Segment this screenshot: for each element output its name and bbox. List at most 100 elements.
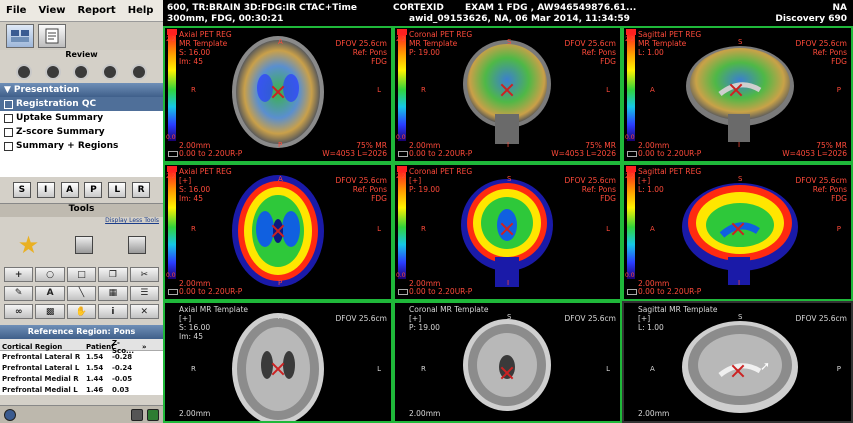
save-icon[interactable]	[147, 408, 159, 421]
viewport-coronal-fused[interactable]: 2.2 0.0 Coronal PET REG MR Template P: 19.…	[393, 26, 622, 163]
presentation-item[interactable]: Summary + Regions	[0, 139, 163, 153]
orient-button-p[interactable]: P	[84, 182, 103, 198]
crosshair-marker[interactable]	[500, 366, 514, 380]
zoom-icon[interactable]	[44, 64, 61, 80]
viewport-info-right: DFOV 25.6cm Ref: Pons FDG	[335, 176, 387, 203]
orient-button-a[interactable]: A	[60, 182, 79, 198]
orient-right: L	[606, 365, 610, 373]
grayscale-icon[interactable]: ▦	[98, 285, 128, 301]
presentation-item[interactable]: Z-score Summary	[0, 125, 163, 139]
orient-right: L	[606, 225, 610, 233]
grid-pattern-icon[interactable]: ▩	[35, 304, 65, 320]
menu-file[interactable]: File	[6, 5, 26, 16]
colorbar-max: 2.2	[396, 36, 406, 43]
orient-button-i[interactable]: I	[36, 182, 55, 198]
viewport-sagittal-pet[interactable]: 2.2 0.0 Sagittal PET REG [+] L: 1.00 DFOV …	[622, 163, 853, 301]
menu-help[interactable]: Help	[128, 5, 154, 16]
viewport-thumbnail-icon[interactable]	[168, 151, 178, 157]
hand-icon[interactable]: ✋	[66, 304, 97, 320]
window-level-icon[interactable]	[73, 64, 90, 80]
reference-region-header: Reference Region: Pons	[0, 325, 163, 339]
orientation-buttons: S I A P L R	[0, 177, 163, 203]
copy-icon[interactable]: ❐	[98, 267, 128, 282]
brain-icon[interactable]	[102, 64, 119, 80]
presentation-item[interactable]: Uptake Summary	[0, 111, 163, 125]
presentation-item[interactable]: Registration QC	[0, 97, 163, 111]
table-row[interactable]: Prefrontal Medial L 1.46 0.03	[0, 384, 163, 395]
star-icon[interactable]: ★	[18, 233, 40, 257]
column-header[interactable]: Cortical Region	[0, 343, 84, 351]
roi-circle-icon[interactable]: ○	[35, 267, 65, 282]
viewport-info-bottom-left: 2.00mm 0.00 to 2.20UR-P	[409, 279, 473, 296]
table-header: Cortical Region Patient Z-Sco... »	[0, 339, 163, 355]
column-header[interactable]: Patient	[84, 343, 115, 351]
reference-region-table: Cortical Region Patient Z-Sco... » Prefr…	[0, 339, 163, 395]
3d-icon[interactable]	[127, 236, 146, 254]
viewport-info-right: DFOV 25.6cm Ref: Pons FDG	[795, 176, 847, 203]
reset-icon[interactable]: ✕	[129, 304, 159, 320]
crosshair-marker[interactable]	[271, 362, 285, 376]
crosshair-marker[interactable]	[731, 364, 745, 378]
orient-left: A	[650, 365, 655, 373]
presentation-header[interactable]: ▼ Presentation	[0, 83, 163, 97]
region-cell: Prefrontal Lateral R	[2, 352, 81, 361]
measure-icon[interactable]: ╲	[66, 285, 97, 301]
scissors-icon[interactable]: ✂	[129, 267, 159, 282]
crosshair-marker[interactable]	[731, 222, 745, 236]
text-tool-icon[interactable]: A	[35, 285, 65, 301]
viewport-sagittal-fused[interactable]: 2.2 0.0 Sagittal PET REG MR Template L: 1.…	[622, 26, 853, 163]
settings-icon[interactable]	[130, 64, 147, 80]
crosshair-icon[interactable]: +	[4, 267, 34, 282]
crosshair-marker[interactable]	[500, 83, 514, 97]
menu-report[interactable]: Report	[77, 5, 115, 16]
patient-cell: 1.54	[86, 363, 104, 372]
crosshair-marker[interactable]	[271, 224, 285, 238]
viewport-thumbnail-icon[interactable]	[398, 151, 408, 157]
viewport-axial-mr[interactable]: Axial MR Template [+] S: 16.00 Im: 45 DFOV …	[163, 301, 393, 423]
orient-button-r[interactable]: R	[132, 182, 151, 198]
pencil-icon[interactable]: ✎	[4, 285, 34, 301]
review-mode-tab[interactable]	[6, 24, 34, 48]
report-mode-tab[interactable]	[38, 24, 66, 48]
table-row[interactable]: Prefrontal Lateral R 1.54 -0.28	[0, 351, 163, 362]
color-scale-bar[interactable]	[168, 171, 176, 279]
roi-box-icon[interactable]: □	[66, 267, 97, 282]
color-scale-bar[interactable]	[398, 171, 406, 279]
crosshair-marker[interactable]	[271, 85, 285, 99]
study-info-bar: 600, TR:BRAIN 3D:FDG:IR CTAC+Time 300mm,…	[163, 0, 853, 26]
expand-columns-icon[interactable]: »	[140, 343, 160, 351]
viewport-axial-pet[interactable]: 2.2 0.0 Axial PET REG [+] S: 16.00 Im: 45 D…	[163, 163, 393, 301]
application-name: CORTEXID	[393, 3, 444, 13]
display-less-tools-link[interactable]: Display Less Tools	[0, 217, 163, 227]
pan-icon[interactable]	[16, 64, 33, 80]
viewport-coronal-mr[interactable]: Coronal MR Template [+] P: 19.00 DFOV 25.6…	[393, 301, 622, 423]
link-icon[interactable]: ∞	[4, 304, 34, 320]
viewport-thumbnail-icon[interactable]	[627, 289, 637, 295]
color-scale-bar[interactable]	[627, 34, 635, 141]
crosshair-marker[interactable]	[500, 222, 514, 236]
viewport-axial-fused[interactable]: 2.2 0.0 Axial PET REG MR Template S: 16.00…	[163, 26, 393, 163]
viewport-coronal-pet[interactable]: 2.2 0.0 Coronal PET REG [+] P: 19.00 DFOV …	[393, 163, 622, 301]
camera-icon[interactable]	[131, 408, 143, 421]
annotation-icon[interactable]: ☰	[129, 285, 159, 301]
z-cell: 0.03	[112, 385, 130, 394]
table-row[interactable]: Prefrontal Medial R 1.44 -0.05	[0, 373, 163, 384]
navigation-icon[interactable]	[4, 408, 16, 421]
crosshair-marker[interactable]	[729, 83, 743, 97]
viewport-thumbnail-icon[interactable]	[398, 289, 408, 295]
viewport-thumbnail-icon[interactable]	[168, 289, 178, 295]
color-scale-bar[interactable]	[627, 171, 635, 279]
menu-view[interactable]: View	[38, 5, 65, 16]
orient-button-s[interactable]: S	[12, 182, 31, 198]
viewport-sagittal-mr[interactable]: Sagittal MR Template [+] L: 1.00 DFOV 25.6…	[622, 301, 853, 423]
info-icon[interactable]: i	[98, 304, 128, 320]
viewport-title: Coronal PET REG MR Template P: 19.00	[409, 30, 473, 57]
viewport-info-right: DFOV 25.6cm	[335, 314, 387, 323]
orient-button-l[interactable]: L	[108, 182, 127, 198]
viewport-thumbnail-icon[interactable]	[627, 151, 637, 157]
layout-icon[interactable]	[74, 236, 93, 254]
color-scale-bar[interactable]	[398, 34, 406, 141]
color-scale-bar[interactable]	[168, 34, 176, 141]
table-row[interactable]: Prefrontal Lateral L 1.54 -0.24	[0, 362, 163, 373]
grid-icon	[4, 99, 13, 109]
